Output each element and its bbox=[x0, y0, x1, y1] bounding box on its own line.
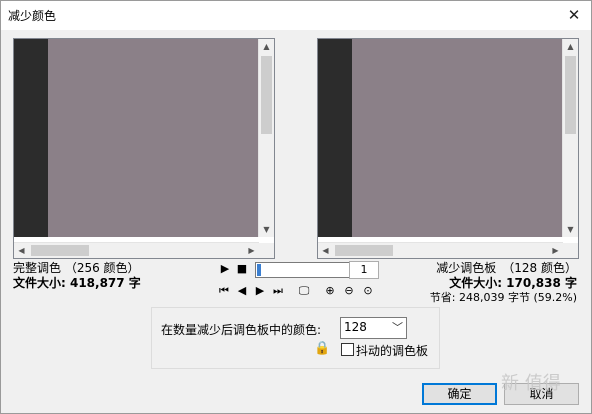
scroll-right-icon[interactable]: ▶ bbox=[548, 243, 563, 258]
frame-progress[interactable] bbox=[255, 262, 350, 278]
scroll-left-icon[interactable]: ◀ bbox=[318, 243, 333, 258]
scroll-right-icon[interactable]: ▶ bbox=[244, 243, 259, 258]
ok-button[interactable]: 确定 bbox=[422, 383, 497, 405]
close-icon[interactable]: ✕ bbox=[563, 5, 585, 25]
next-frame-icon[interactable]: ▶ bbox=[253, 284, 267, 298]
palette-count-value: 128 bbox=[344, 320, 367, 334]
scroll-thumb[interactable] bbox=[261, 56, 272, 134]
horizontal-scrollbar[interactable]: ◀ ▶ bbox=[14, 242, 259, 258]
play-icon[interactable]: ▶ bbox=[218, 262, 232, 276]
bytes-saved: 节省: 248,039 字节 (59.2%) bbox=[429, 291, 577, 304]
first-frame-icon[interactable]: ⏮ bbox=[217, 284, 231, 298]
scroll-corner bbox=[563, 243, 578, 258]
scroll-thumb[interactable] bbox=[335, 245, 393, 256]
prev-frame-icon[interactable]: ◀ bbox=[235, 284, 249, 298]
dither-label[interactable]: 抖动的调色板 bbox=[356, 342, 428, 359]
zoom-in-icon[interactable]: ⊕ bbox=[323, 284, 337, 298]
lock-icon[interactable]: 🔒 bbox=[314, 341, 330, 356]
preview-dark-strip bbox=[318, 39, 352, 237]
scroll-up-icon[interactable]: ▲ bbox=[259, 39, 274, 54]
monitor-icon[interactable]: 🖵 bbox=[297, 284, 311, 298]
preview-image bbox=[352, 39, 563, 237]
scroll-left-icon[interactable]: ◀ bbox=[14, 243, 29, 258]
palette-count-label: 在数量减少后调色板中的颜色: bbox=[161, 323, 322, 337]
watermark: 新 值得 bbox=[501, 373, 561, 394]
zoom-fit-icon[interactable]: ⊙ bbox=[361, 284, 375, 298]
vertical-scrollbar[interactable]: ▲ ▼ bbox=[562, 39, 578, 237]
window-title: 减少颜色 bbox=[8, 9, 57, 23]
last-frame-icon[interactable]: ⏭ bbox=[271, 284, 285, 298]
title-bar: 减少颜色 ✕ bbox=[1, 1, 591, 30]
scroll-down-icon[interactable]: ▼ bbox=[563, 222, 578, 237]
chevron-down-icon[interactable]: ﹀ bbox=[392, 319, 403, 335]
reduce-colors-dialog: 减少颜色 ✕ ▲ ▼ ◀ ▶ ▲ ▼ ◀ ▶ 完整调色 （256 颜色） 文件大… bbox=[0, 0, 592, 414]
preview-dark-strip bbox=[14, 39, 48, 237]
palette-count-select[interactable]: 128 ﹀ bbox=[340, 317, 407, 339]
scroll-thumb[interactable] bbox=[31, 245, 89, 256]
scroll-down-icon[interactable]: ▼ bbox=[259, 222, 274, 237]
scroll-thumb[interactable] bbox=[565, 56, 576, 134]
dither-checkbox[interactable] bbox=[341, 343, 354, 356]
reduced-preview[interactable]: ▲ ▼ ◀ ▶ bbox=[317, 38, 579, 259]
stop-icon[interactable]: ■ bbox=[235, 262, 249, 276]
frame-counter[interactable]: 1 bbox=[349, 261, 379, 279]
progress-fill bbox=[257, 264, 261, 276]
preview-image bbox=[48, 39, 259, 237]
scroll-up-icon[interactable]: ▲ bbox=[563, 39, 578, 54]
original-preview[interactable]: ▲ ▼ ◀ ▶ bbox=[13, 38, 275, 259]
scroll-corner bbox=[259, 243, 274, 258]
horizontal-scrollbar[interactable]: ◀ ▶ bbox=[318, 242, 563, 258]
zoom-out-icon[interactable]: ⊖ bbox=[342, 284, 356, 298]
vertical-scrollbar[interactable]: ▲ ▼ bbox=[258, 39, 274, 237]
original-file-size: 文件大小: 418,877 字 bbox=[13, 276, 141, 290]
